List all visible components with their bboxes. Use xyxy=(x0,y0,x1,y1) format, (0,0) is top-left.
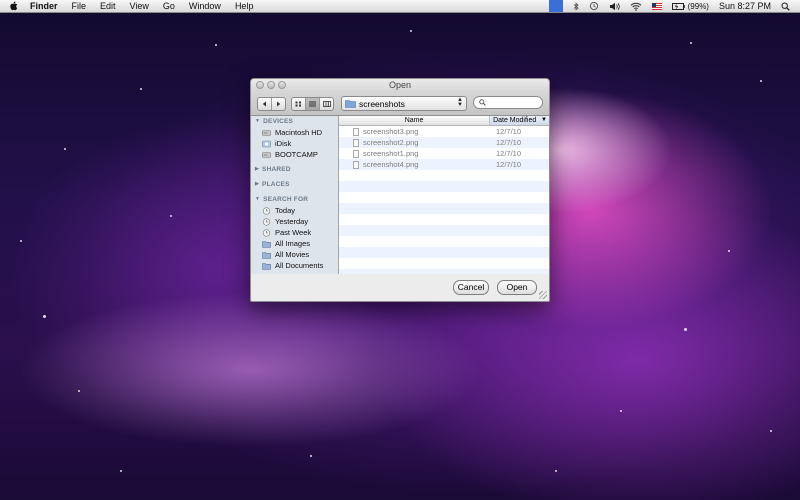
location-label: screenshots xyxy=(359,98,405,109)
minimize-button[interactable] xyxy=(267,81,275,89)
column-header-date-modified[interactable]: Date Modified ▼ xyxy=(490,116,549,125)
file-list-header: Name Date Modified ▼ xyxy=(339,116,549,126)
battery-icon xyxy=(671,2,685,10)
smart-folder-icon xyxy=(262,262,271,270)
spotlight-icon[interactable] xyxy=(781,0,790,12)
sort-descending-icon: ▼ xyxy=(541,117,547,123)
resize-grip[interactable] xyxy=(539,291,547,299)
apple-menu-icon[interactable] xyxy=(8,0,20,12)
column-view-icon xyxy=(322,101,331,107)
list-view-button[interactable] xyxy=(306,98,320,110)
back-button[interactable] xyxy=(258,98,272,110)
menu-edit[interactable]: Edit xyxy=(100,0,116,12)
sidebar-section-shared[interactable]: ▶ SHARED xyxy=(251,164,338,175)
popup-arrows-icon: ▲ ▼ xyxy=(457,97,463,108)
back-arrow-icon xyxy=(262,101,266,107)
table-row[interactable]: screenshot2.png 12/7/10 xyxy=(339,137,549,148)
menu-window[interactable]: Window xyxy=(189,0,221,12)
bluetooth-icon[interactable] xyxy=(573,0,579,12)
menu-go[interactable]: Go xyxy=(163,0,175,12)
view-mode-control xyxy=(291,97,334,111)
battery-status[interactable]: (99%) xyxy=(671,0,709,12)
dialog-toolbar: screenshots ▲ ▼ xyxy=(251,92,549,116)
menu-help[interactable]: Help xyxy=(235,0,254,12)
hard-drive-icon xyxy=(262,151,271,158)
table-row[interactable]: screenshot1.png 12/7/10 xyxy=(339,148,549,159)
menu-bar: Finder File Edit View Go Window Help (99… xyxy=(0,0,800,13)
disclosure-open-icon: ▼ xyxy=(255,118,261,124)
clock-icon xyxy=(262,228,271,237)
sidebar-section-places[interactable]: ▶ PLACES xyxy=(251,179,338,190)
forward-arrow-icon xyxy=(277,101,281,107)
sidebar-section-search-for[interactable]: ▼ SEARCH FOR xyxy=(251,194,338,205)
clock-icon xyxy=(262,206,271,215)
column-view-button[interactable] xyxy=(320,98,333,110)
list-view-icon xyxy=(309,101,316,107)
folder-icon xyxy=(345,100,356,108)
sidebar-item-bootcamp[interactable]: BOOTCAMP xyxy=(251,149,338,160)
icon-view-icon xyxy=(295,101,301,107)
table-row[interactable]: screenshot4.png 12/7/10 xyxy=(339,159,549,170)
idisk-icon xyxy=(262,140,271,147)
search-field[interactable] xyxy=(473,96,543,109)
battery-percent: (99%) xyxy=(687,1,709,11)
sidebar-item-all-images[interactable]: All Images xyxy=(251,238,338,249)
sidebar-section-devices[interactable]: ▼ DEVICES xyxy=(251,116,338,127)
smart-folder-icon xyxy=(262,251,271,259)
menu-clock[interactable]: Sun 8:27 PM xyxy=(719,0,771,12)
flag-icon[interactable] xyxy=(651,0,662,12)
close-button[interactable] xyxy=(256,81,264,89)
png-file-icon xyxy=(353,160,359,169)
sidebar-item-today[interactable]: Today xyxy=(251,205,338,216)
menu-extra-highlighted[interactable] xyxy=(548,0,563,12)
wifi-icon[interactable] xyxy=(630,0,642,12)
hard-drive-icon xyxy=(262,129,271,136)
sidebar: ▼ DEVICES Macintosh HD iDisk BOOTCAMP ▶ SH… xyxy=(251,116,339,274)
location-popup[interactable]: screenshots ▲ ▼ xyxy=(341,96,467,111)
smart-folder-icon xyxy=(262,240,271,248)
menu-file[interactable]: File xyxy=(72,0,87,12)
table-row[interactable]: screenshot3.png 12/7/10 xyxy=(339,126,549,137)
open-button[interactable]: Open xyxy=(497,280,537,295)
dialog-title: Open xyxy=(388,80,412,90)
disclosure-closed-icon: ▶ xyxy=(255,181,260,187)
disclosure-closed-icon: ▶ xyxy=(255,166,260,172)
time-machine-icon[interactable] xyxy=(589,0,599,12)
sidebar-item-yesterday[interactable]: Yesterday xyxy=(251,216,338,227)
volume-icon[interactable] xyxy=(609,0,620,12)
sidebar-item-macintosh-hd[interactable]: Macintosh HD xyxy=(251,127,338,138)
icon-view-button[interactable] xyxy=(292,98,306,110)
png-file-icon xyxy=(353,149,359,158)
search-input[interactable] xyxy=(488,97,540,108)
dialog-footer: Cancel Open xyxy=(251,274,549,301)
png-file-icon xyxy=(353,127,359,136)
dialog-titlebar: Open xyxy=(251,79,549,92)
menu-view[interactable]: View xyxy=(130,0,149,12)
sidebar-item-all-documents[interactable]: All Documents xyxy=(251,260,338,271)
cancel-button[interactable]: Cancel xyxy=(453,280,489,295)
sidebar-item-past-week[interactable]: Past Week xyxy=(251,227,338,238)
sidebar-item-idisk[interactable]: iDisk xyxy=(251,138,338,149)
clock-icon xyxy=(262,217,271,226)
disclosure-open-icon: ▼ xyxy=(255,196,261,202)
zoom-button[interactable] xyxy=(278,81,286,89)
forward-button[interactable] xyxy=(272,98,285,110)
column-header-name[interactable]: Name xyxy=(339,116,491,125)
search-icon xyxy=(479,99,486,106)
sidebar-item-all-movies[interactable]: All Movies xyxy=(251,249,338,260)
back-forward-control xyxy=(257,97,286,111)
png-file-icon xyxy=(353,138,359,147)
open-dialog: Open screenshots ▲ ▼ ▼ DEVICES Macintosh… xyxy=(250,78,550,302)
app-menu-finder[interactable]: Finder xyxy=(30,0,58,12)
file-list: Name Date Modified ▼ screenshot3.png 12/… xyxy=(339,116,549,274)
